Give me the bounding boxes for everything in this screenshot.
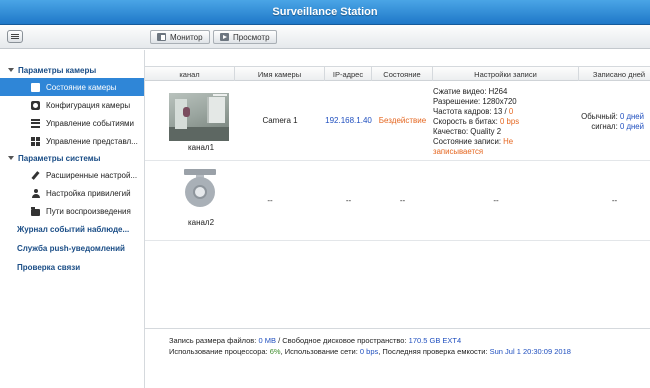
sidebar-link-event-log[interactable]: Журнал событий наблюде... <box>17 222 129 236</box>
storage-info: Запись размера файлов: 0 MB / Свободное … <box>169 336 462 345</box>
column-header-camera-name[interactable]: Имя камеры <box>235 67 325 81</box>
collapse-arrow-icon <box>8 156 14 160</box>
sidebar-group-camera-params[interactable]: Параметры камеры <box>8 63 96 77</box>
table-row[interactable]: канал2 -- -- -- -- -- <box>145 161 650 241</box>
wrench-icon <box>31 171 40 180</box>
monitor-label: Монитор <box>170 32 203 42</box>
sidebar-link-push-service[interactable]: Служба push-уведомлений <box>17 241 125 255</box>
table-header: канал Имя камеры IP-адрес Состояние Наст… <box>145 66 650 81</box>
usage-info: Использование процессора: 6%, Использова… <box>169 347 571 356</box>
sidebar-item-camera-config[interactable]: Конфигурация камеры <box>0 96 144 114</box>
play-icon <box>220 33 229 41</box>
record-settings: Сжатие видео: H264 Разрешение: 1280x720 … <box>433 87 519 157</box>
sidebar-item-privileges[interactable]: Настройка привилегий <box>0 184 144 202</box>
record-state-text: Состояние записи: Не <box>433 137 514 146</box>
toolbar: Монитор Просмотр <box>0 25 650 49</box>
resolution-text: Разрешение: 1280x720 <box>433 97 517 106</box>
camera-placeholder-icon <box>183 169 217 207</box>
sidebar-item-advanced-settings[interactable]: Расширенные настрой... <box>0 166 144 184</box>
column-header-channel[interactable]: канал <box>145 67 235 81</box>
sidebar: Параметры камеры Состояние камеры Конфиг… <box>0 50 145 388</box>
sidebar-group-system-params[interactable]: Параметры системы <box>8 151 100 165</box>
camera-status: Бездействие <box>378 116 427 125</box>
window-title-bar: Surveillance Station <box>0 0 650 25</box>
channel-name: канал1 <box>187 142 215 152</box>
recorded-days: Обычный: 0 дней сигнал: 0 дней <box>581 112 644 131</box>
view-button[interactable]: Просмотр <box>213 30 277 44</box>
table-row[interactable]: канал1 Camera 1 192.168.1.40 Бездействие… <box>145 81 650 161</box>
record-settings: -- <box>493 196 499 205</box>
camera-thumbnail[interactable] <box>169 93 229 141</box>
column-header-status[interactable]: Состояние <box>372 67 433 81</box>
main-menu-button[interactable] <box>7 30 23 43</box>
record-state-text-2: записывается <box>433 147 484 156</box>
fps-text: Частота кадров: 13 / 0 <box>433 107 514 116</box>
camera-config-icon <box>31 100 40 110</box>
view-label: Просмотр <box>233 32 270 42</box>
sidebar-item-event-management[interactable]: Управление событиями <box>0 114 144 132</box>
monitor-icon <box>157 33 166 41</box>
collapse-arrow-icon <box>8 68 14 72</box>
camera-status-panel: канал Имя камеры IP-адрес Состояние Наст… <box>145 50 650 388</box>
bitrate-text: Скорость в битах: 0 bps <box>433 117 520 126</box>
sidebar-item-playback-paths[interactable]: Пути воспроизведения <box>0 202 144 220</box>
column-header-recorded-days[interactable]: Записано дней <box>579 67 650 81</box>
event-list-icon <box>31 118 40 128</box>
camera-status: -- <box>399 196 406 205</box>
user-icon <box>31 188 40 198</box>
folder-icon <box>31 206 40 216</box>
codec-text: Сжатие видео: H264 <box>433 87 508 96</box>
status-footer: Запись размера файлов: 0 MB / Свободное … <box>145 328 650 364</box>
camera-name: -- <box>267 196 273 205</box>
sidebar-item-camera-status[interactable]: Состояние камеры <box>0 78 144 96</box>
column-header-ip[interactable]: IP-адрес <box>325 67 372 81</box>
camera-icon <box>31 82 40 92</box>
channel-name: канал2 <box>187 217 215 227</box>
monitor-button[interactable]: Монитор <box>150 30 210 44</box>
grid-icon <box>31 136 40 146</box>
quality-text: Качество: Quality 2 <box>433 127 502 136</box>
recorded-days: -- <box>611 196 618 205</box>
column-header-record-settings[interactable]: Настройки записи <box>433 67 579 81</box>
app-title: Surveillance Station <box>272 6 378 18</box>
sidebar-link-connection-test[interactable]: Проверка связи <box>17 260 80 274</box>
sidebar-item-view-management[interactable]: Управление представл... <box>0 132 144 150</box>
